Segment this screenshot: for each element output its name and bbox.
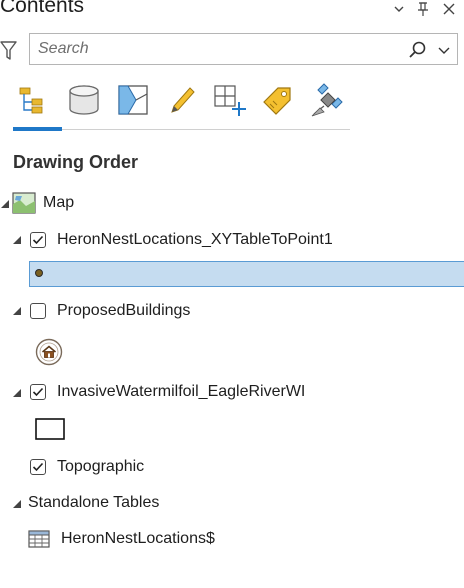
list-by-data-source-button[interactable] <box>66 82 102 118</box>
collapse-map-icon[interactable] <box>0 199 10 209</box>
satellite-icon <box>311 83 343 117</box>
pane-title: Contents <box>0 0 85 17</box>
layer-label[interactable]: ProposedBuildings <box>57 302 190 320</box>
checkmark-icon <box>32 235 44 245</box>
checkmark-icon <box>32 462 44 472</box>
house-symbol-icon[interactable] <box>35 338 63 366</box>
list-by-editing-button[interactable] <box>164 82 200 118</box>
snapping-icon <box>214 85 246 116</box>
filter-icon[interactable] <box>0 40 20 62</box>
layer-label[interactable]: HeronNestLocations_XYTableToPoint1 <box>57 231 333 249</box>
toolbar-divider <box>62 129 350 130</box>
label-tag-icon <box>263 87 291 115</box>
auto-hide-button[interactable] <box>414 0 432 18</box>
selected-symbol-row[interactable] <box>29 261 464 287</box>
point-symbol-icon[interactable] <box>34 268 44 278</box>
map-icon <box>12 192 36 214</box>
layer-visibility-checkbox[interactable] <box>30 232 46 248</box>
collapse-layer-icon[interactable] <box>12 388 22 398</box>
pencil-icon <box>171 87 195 113</box>
drawing-order-icon <box>19 87 43 114</box>
collapse-layer-icon[interactable] <box>12 306 22 316</box>
table-icon <box>28 530 50 548</box>
layer-label[interactable]: InvasiveWatermilfoil_EagleRiverWI <box>57 383 305 401</box>
list-by-drawing-order-button[interactable] <box>18 82 54 118</box>
collapse-standalone-tables-icon[interactable] <box>12 499 22 509</box>
close-button[interactable] <box>440 0 458 18</box>
chevron-down-icon <box>394 6 404 12</box>
options-dropdown-button[interactable] <box>390 0 408 18</box>
layer-visibility-checkbox[interactable] <box>30 384 46 400</box>
list-by-snapping-button[interactable] <box>212 82 248 118</box>
chevron-down-icon[interactable] <box>436 42 452 58</box>
checkmark-icon <box>32 387 44 397</box>
close-icon <box>443 3 455 15</box>
search-box <box>29 33 458 65</box>
polygon-symbol-icon[interactable] <box>35 418 65 440</box>
pin-icon <box>418 2 428 16</box>
basemap-label[interactable]: Topographic <box>57 458 144 476</box>
database-icon <box>69 85 99 115</box>
list-by-perspective-imagery-button[interactable] <box>310 82 346 118</box>
map-label[interactable]: Map <box>43 194 74 212</box>
active-tab-indicator <box>13 127 62 131</box>
search-input[interactable] <box>30 34 390 64</box>
layer-visibility-checkbox[interactable] <box>30 303 46 319</box>
table-label[interactable]: HeronNestLocations$ <box>61 530 215 548</box>
standalone-tables-label[interactable]: Standalone Tables <box>28 494 159 512</box>
collapse-layer-icon[interactable] <box>12 235 22 245</box>
search-icon[interactable] <box>408 40 428 60</box>
basemap-visibility-checkbox[interactable] <box>30 459 46 475</box>
selection-icon <box>118 85 148 115</box>
section-title: Drawing Order <box>13 152 139 172</box>
list-by-selection-button[interactable] <box>116 82 152 118</box>
list-by-labeling-button[interactable] <box>260 82 296 118</box>
